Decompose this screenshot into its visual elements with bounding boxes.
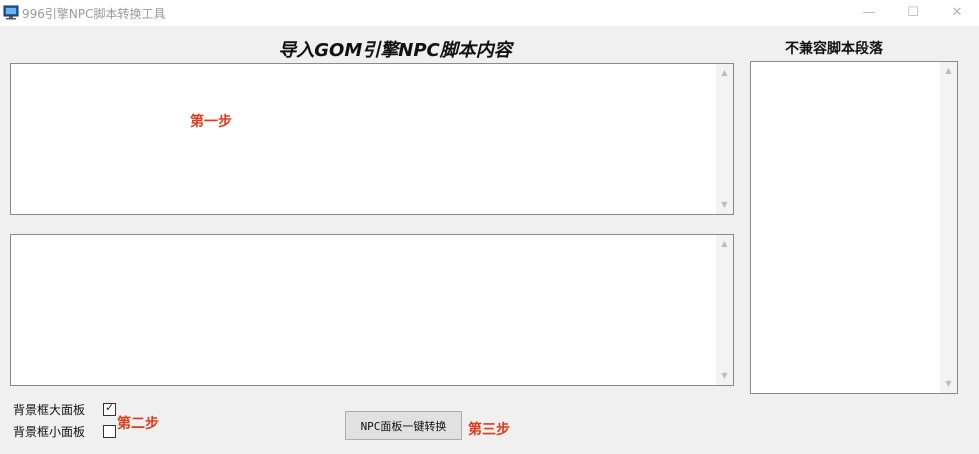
step-three-label: 第三步	[468, 422, 510, 438]
step-two-label: 第二步	[117, 416, 159, 432]
checkmark-icon: ✓	[105, 401, 115, 414]
maximize-button[interactable]: ☐	[890, 0, 936, 26]
scroll-down-arrow-icon[interactable]: ▼	[716, 197, 733, 213]
large-panel-label: 背景框大面板	[13, 403, 86, 417]
scroll-down-arrow-icon[interactable]: ▼	[940, 376, 957, 392]
incompatible-script-textarea[interactable]: ▲ ▼	[750, 61, 958, 394]
large-panel-checkbox[interactable]: ✓	[103, 401, 116, 416]
small-panel-checkbox[interactable]	[103, 425, 116, 438]
incompatible-scrollbar[interactable]: ▲ ▼	[940, 62, 957, 393]
window-title: 996引擎NPC脚本转换工具	[22, 7, 166, 21]
import-scrollbar[interactable]: ▲ ▼	[716, 64, 733, 214]
small-panel-label: 背景框小面板	[13, 425, 86, 439]
scroll-down-arrow-icon[interactable]: ▼	[716, 368, 733, 384]
minimize-button[interactable]: —	[846, 0, 892, 26]
title-bar: 996引擎NPC脚本转换工具 — ☐ ✕	[0, 0, 979, 26]
app-monitor-icon	[3, 5, 19, 20]
output-script-textarea[interactable]: ▲ ▼	[10, 234, 734, 386]
import-script-textarea[interactable]: ▲ ▼	[10, 63, 734, 215]
output-scrollbar[interactable]: ▲ ▼	[716, 235, 733, 385]
incompatible-heading: 不兼容脚本段落	[785, 41, 883, 57]
scroll-up-arrow-icon[interactable]: ▲	[940, 63, 957, 79]
convert-button[interactable]: NPC面板一键转换	[345, 411, 462, 440]
scroll-up-arrow-icon[interactable]: ▲	[716, 65, 733, 81]
step-one-label: 第一步	[190, 114, 232, 130]
import-heading: 导入GOM引擎NPC脚本内容	[278, 40, 512, 61]
close-button[interactable]: ✕	[934, 0, 979, 26]
small-panel-option[interactable]: 背景框小面板	[13, 423, 116, 440]
large-panel-option[interactable]: 背景框大面板 ✓	[13, 401, 116, 418]
scroll-up-arrow-icon[interactable]: ▲	[716, 236, 733, 252]
